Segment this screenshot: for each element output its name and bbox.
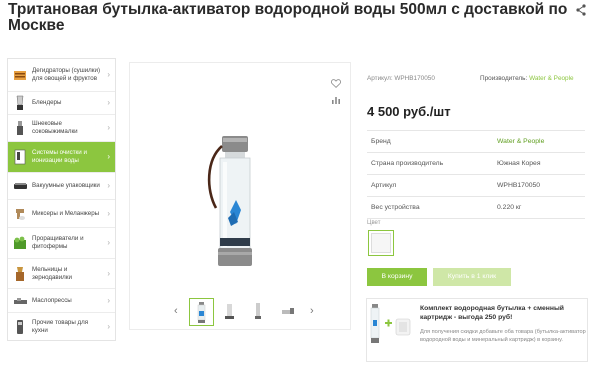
chevron-right-icon: ›: [107, 123, 110, 132]
spec-row: Артикул WPHB170050: [367, 175, 585, 197]
sprouter-icon: [12, 234, 28, 252]
spec-row: Вес устройства 0.220 кг: [367, 197, 585, 219]
sidebar-item-vacuum-sealers[interactable]: Вакуумные упаковщики ›: [8, 173, 115, 200]
heart-icon[interactable]: [331, 79, 341, 88]
blender-icon: [12, 94, 28, 112]
sidebar-item-label: Шнековые соковыжималки: [32, 120, 78, 135]
bundle-title[interactable]: Комплект водородная бутылка + сменный ка…: [420, 304, 586, 322]
sidebar-item-mixers[interactable]: Миксеры и Меланжеры ›: [8, 200, 115, 228]
sidebar-item-label: Дегидраторы (сушилки) для овощей и фрукт…: [32, 67, 101, 82]
buy-one-click-button[interactable]: Купить в 1 клик: [433, 268, 511, 286]
manufacturer: Производитель: Water & People: [480, 75, 574, 82]
bundle-image: [370, 304, 411, 343]
spec-value-brand-link[interactable]: Water & People: [497, 138, 544, 145]
compare-icon[interactable]: [331, 95, 341, 105]
product-image-bottle: [207, 136, 252, 266]
spec-key: Артикул: [371, 182, 397, 189]
spec-value: Южная Корея: [497, 160, 541, 167]
chevron-right-icon: ›: [107, 238, 110, 247]
spec-key: Вес устройства: [371, 204, 420, 211]
thumbnail-2[interactable]: [218, 298, 243, 326]
sidebar-item-label: Прочие товары для кухни: [32, 318, 89, 334]
share-icon[interactable]: [576, 4, 586, 16]
article-number: Артикул: WPHB170050: [367, 75, 435, 82]
sidebar-item-label: Блендеры: [32, 99, 62, 106]
spec-row: Страна производитель Южная Корея: [367, 153, 585, 175]
spec-row: Бренд Water & People: [367, 131, 585, 153]
chevron-left-icon[interactable]: ‹: [174, 305, 178, 317]
sidebar-item-sprouters[interactable]: Проращиватели и фитофермы ›: [8, 228, 115, 259]
vacuum-sealer-icon: [12, 177, 28, 195]
bundle-description: Для получения скидки добавьте оба товара…: [420, 329, 586, 343]
chevron-right-icon: ›: [107, 321, 110, 331]
manufacturer-label: Производитель:: [480, 75, 528, 82]
sidebar-item-grain-mills[interactable]: Мельницы и зернодавилки ›: [8, 259, 115, 289]
sidebar-item-dehydrators[interactable]: Дегидраторы (сушилки) для овощей и фрукт…: [8, 59, 115, 92]
oil-press-icon: [12, 292, 28, 310]
spec-key: Страна производитель: [371, 160, 444, 167]
chevron-right-icon: ›: [107, 152, 110, 161]
chevron-right-icon: ›: [107, 181, 110, 190]
thumbnail-4[interactable]: [276, 298, 301, 326]
sidebar-item-oil-presses[interactable]: Маслопрессы ›: [8, 289, 115, 313]
sidebar-item-kitchen-misc[interactable]: Прочие товары для кухни ›: [8, 313, 115, 340]
grain-mill-icon: [12, 265, 28, 283]
color-label: Цвет: [367, 220, 381, 226]
sidebar-item-label: Системы очистки и ионизации воды: [32, 149, 87, 164]
dehydrator-icon: [12, 66, 28, 84]
water-filter-icon: [12, 148, 28, 166]
mixer-icon: [12, 205, 28, 223]
chevron-right-icon: ›: [107, 98, 110, 107]
thumbnail-strip: ‹ ›: [170, 298, 330, 328]
kitchen-misc-icon: [12, 318, 28, 336]
thumbnail-1[interactable]: [189, 298, 214, 326]
sidebar-item-juicers[interactable]: Шнековые соковыжималки ›: [8, 115, 115, 142]
juicer-icon: [12, 119, 28, 137]
sidebar-item-label: Мельницы и зернодавилки: [32, 265, 72, 281]
sidebar-item-label: Проращиватели и фитофермы: [32, 235, 84, 250]
chevron-right-icon: ›: [107, 208, 110, 218]
category-sidebar: Дегидраторы (сушилки) для овощей и фрукт…: [7, 58, 116, 341]
sidebar-item-water-systems[interactable]: Системы очистки и ионизации воды ›: [8, 142, 115, 173]
specs-table: Бренд Water & People Страна производител…: [367, 130, 585, 219]
sidebar-item-label: Вакуумные упаковщики: [32, 182, 100, 189]
spec-value: WPHB170050: [497, 182, 541, 189]
spec-key: Бренд: [371, 138, 391, 145]
chevron-right-icon[interactable]: ›: [310, 305, 314, 317]
product-title: Тритановая бутылка-активатор водородной …: [8, 1, 568, 34]
chevron-right-icon: ›: [107, 70, 110, 79]
add-to-cart-button[interactable]: В корзину: [367, 268, 427, 286]
product-price: 4 500 руб./шт: [367, 104, 451, 119]
chevron-right-icon: ›: [107, 268, 110, 278]
spec-value: 0.220 кг: [497, 204, 522, 211]
sidebar-item-label: Маслопрессы: [32, 296, 72, 304]
sidebar-item-label: Миксеры и Меланжеры: [32, 209, 100, 217]
thumbnail-3[interactable]: [247, 298, 272, 326]
color-swatch[interactable]: [368, 230, 394, 256]
chevron-right-icon: ›: [107, 295, 110, 305]
sidebar-item-blenders[interactable]: Блендеры ›: [8, 92, 115, 115]
manufacturer-link[interactable]: Water & People: [529, 75, 574, 82]
